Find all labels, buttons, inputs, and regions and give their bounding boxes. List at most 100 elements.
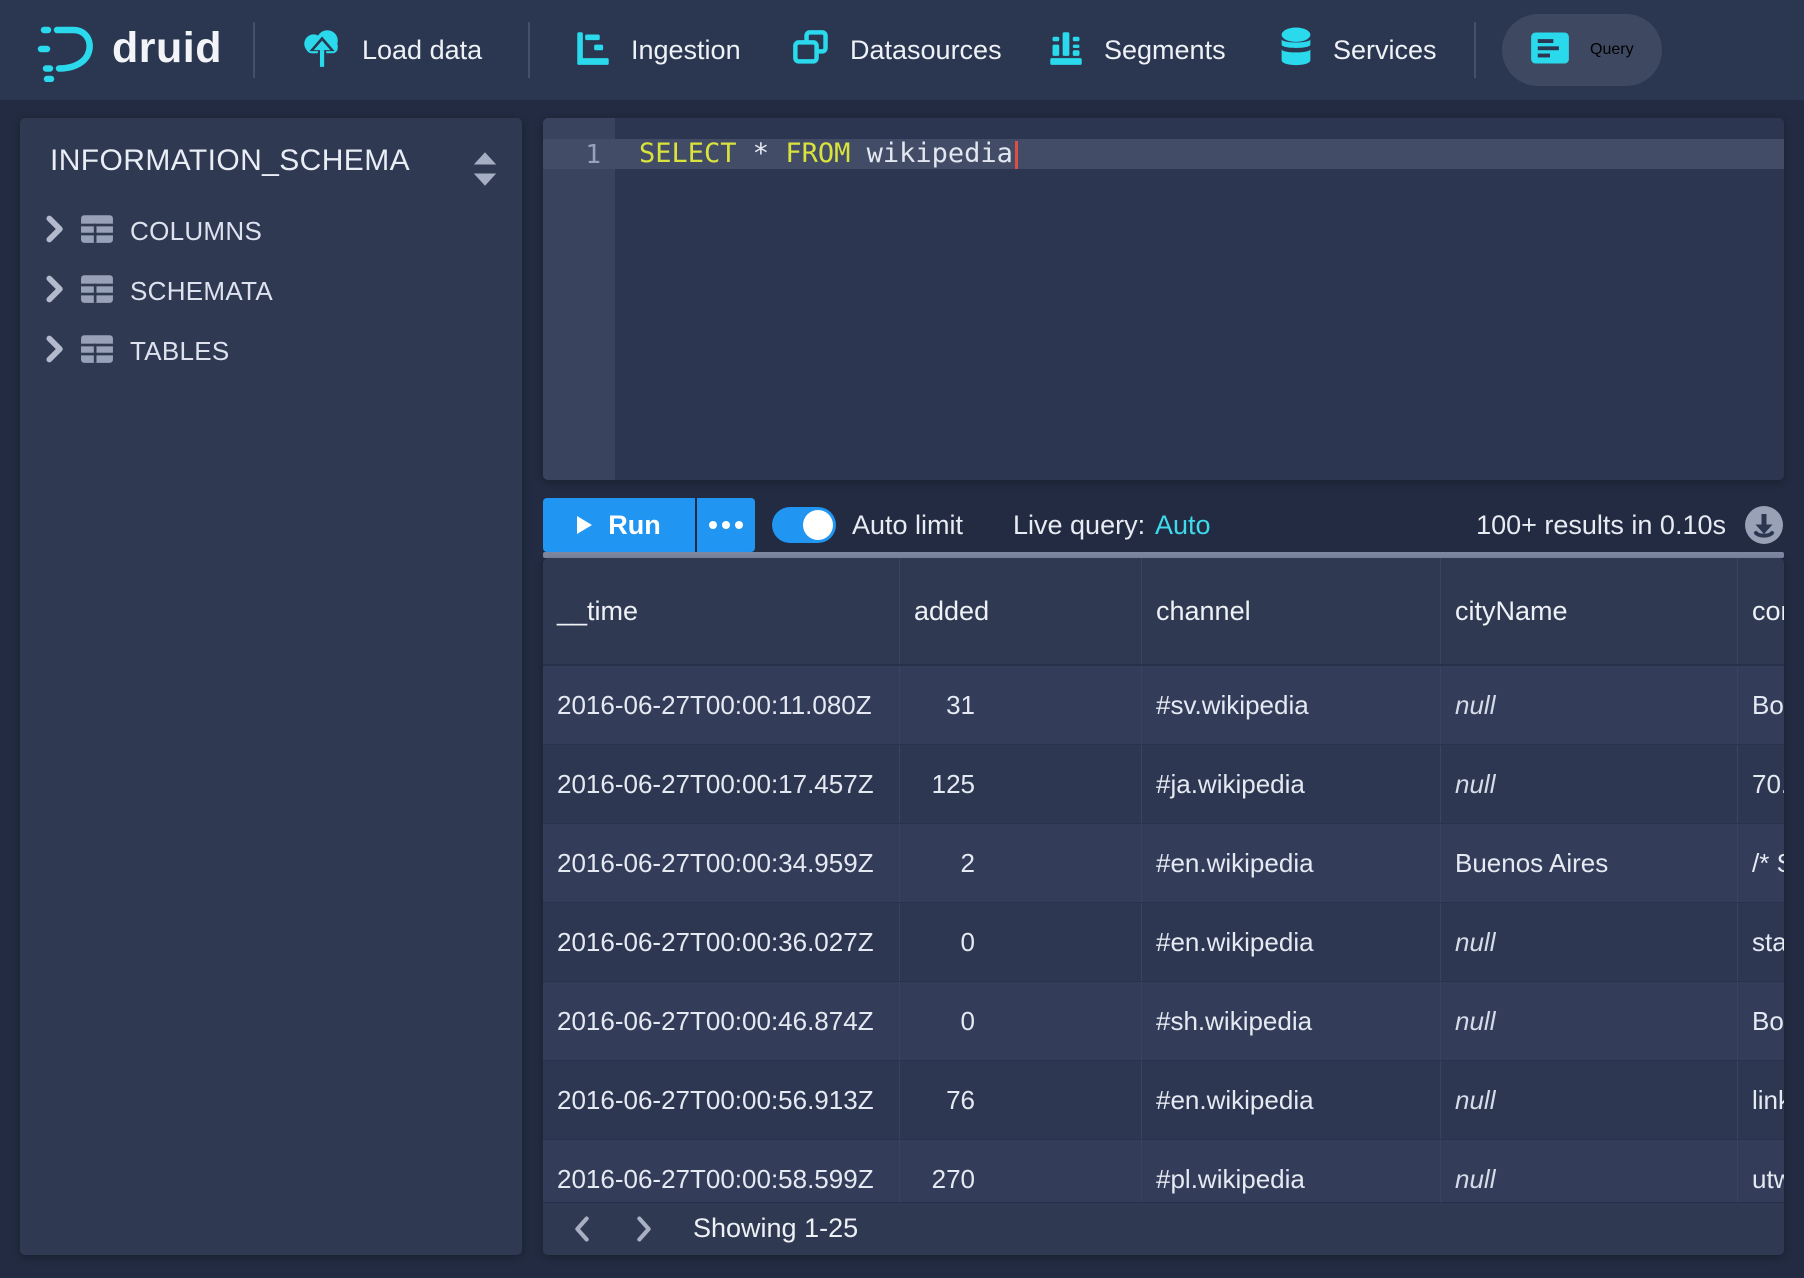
- auto-limit-label: Auto limit: [852, 498, 963, 552]
- results-rows: 2016-06-27T00:00:11.080Z 31 #sv.wikipedi…: [543, 666, 1784, 1202]
- table-row[interactable]: 2016-06-27T00:00:34.959Z 2 #en.wikipedia…: [543, 824, 1784, 903]
- cell-comment[interactable]: 70.9: [1738, 745, 1784, 823]
- chevron-right-icon[interactable]: [44, 275, 64, 308]
- cell-cityname[interactable]: null: [1441, 982, 1738, 1060]
- cell-cityname[interactable]: Buenos Aires: [1441, 824, 1738, 902]
- cell-added[interactable]: 270: [900, 1140, 1142, 1202]
- segments-icon: [1048, 30, 1084, 71]
- nav-item-load-data[interactable]: Load data: [300, 0, 482, 100]
- cell-comment[interactable]: sta: [1738, 903, 1784, 981]
- column-header-time[interactable]: __time: [543, 558, 900, 664]
- cell-time[interactable]: 2016-06-27T00:00:11.080Z: [543, 666, 900, 744]
- table-row[interactable]: 2016-06-27T00:00:17.457Z 125 #ja.wikiped…: [543, 745, 1784, 824]
- query-icon: [1530, 31, 1570, 70]
- chevron-right-icon[interactable]: [44, 335, 64, 368]
- cell-cityname[interactable]: null: [1441, 903, 1738, 981]
- column-header-comment[interactable]: comment: [1738, 558, 1784, 664]
- tree-item-columns[interactable]: COLUMNS: [20, 201, 522, 261]
- query-toolbar: Run Auto limit Live query: Auto 100+ res…: [543, 498, 1784, 552]
- cell-added[interactable]: 76: [900, 1061, 1142, 1139]
- nav-item-ingestion[interactable]: Ingestion: [575, 0, 741, 100]
- cell-time[interactable]: 2016-06-27T00:00:17.457Z: [543, 745, 900, 823]
- cell-time[interactable]: 2016-06-27T00:00:46.874Z: [543, 982, 900, 1060]
- cell-comment[interactable]: link: [1738, 1061, 1784, 1139]
- cell-time[interactable]: 2016-06-27T00:00:34.959Z: [543, 824, 900, 902]
- chevron-right-icon[interactable]: [44, 215, 64, 248]
- nav-item-label: Segments: [1104, 35, 1226, 66]
- cell-added[interactable]: 31: [900, 666, 1142, 744]
- tree-item-label: SCHEMATA: [130, 276, 273, 307]
- cell-added[interactable]: 125: [900, 745, 1142, 823]
- nav-item-datasources[interactable]: Datasources: [792, 0, 1002, 100]
- tree-item-schemata[interactable]: SCHEMATA: [20, 261, 522, 321]
- column-header-channel[interactable]: channel: [1142, 558, 1441, 664]
- ingestion-icon: [575, 31, 611, 70]
- cell-time[interactable]: 2016-06-27T00:00:36.027Z: [543, 903, 900, 981]
- cell-added[interactable]: 0: [900, 903, 1142, 981]
- services-icon: [1279, 27, 1313, 74]
- cell-comment[interactable]: utw: [1738, 1140, 1784, 1202]
- cell-cityname[interactable]: null: [1441, 666, 1738, 744]
- cell-channel[interactable]: #en.wikipedia: [1142, 903, 1441, 981]
- table-row[interactable]: 2016-06-27T00:00:36.027Z 0 #en.wikipedia…: [543, 903, 1784, 982]
- cell-cityname[interactable]: null: [1441, 1061, 1738, 1139]
- nav-item-query[interactable]: Query: [1502, 14, 1662, 86]
- tree-item-tables[interactable]: TABLES: [20, 321, 522, 381]
- sql-editor[interactable]: 1 SELECT * FROM wikipedia: [543, 118, 1784, 480]
- showing-range-text: Showing 1-25: [693, 1203, 858, 1255]
- druid-logo-icon[interactable]: [36, 18, 102, 87]
- sql-query-text[interactable]: SELECT * FROM wikipedia: [639, 139, 1018, 169]
- sort-caret-updown-icon[interactable]: [468, 150, 502, 193]
- more-ellipsis-icon: [709, 521, 743, 529]
- editor-line-number: 1: [543, 140, 601, 170]
- table-icon: [80, 274, 114, 309]
- schema-title[interactable]: INFORMATION_SCHEMA: [50, 144, 410, 178]
- nav-divider: [253, 22, 255, 78]
- datasources-icon: [792, 29, 830, 72]
- table-row[interactable]: 2016-06-27T00:00:46.874Z 0 #sh.wikipedia…: [543, 982, 1784, 1061]
- brand-name[interactable]: druid: [112, 24, 222, 73]
- cell-channel[interactable]: #en.wikipedia: [1142, 824, 1441, 902]
- cell-channel[interactable]: #sv.wikipedia: [1142, 666, 1441, 744]
- top-navbar: druid Load data: [0, 0, 1804, 100]
- cell-comment[interactable]: /* S: [1738, 824, 1784, 902]
- results-table-panel: __time added channel cityName comment 20…: [543, 558, 1784, 1255]
- cell-channel[interactable]: #sh.wikipedia: [1142, 982, 1441, 1060]
- cell-cityname[interactable]: null: [1441, 1140, 1738, 1202]
- column-header-added[interactable]: added: [900, 558, 1142, 664]
- cell-comment[interactable]: Bot: [1738, 666, 1784, 744]
- results-summary: 100+ results in 0.10s: [1476, 498, 1726, 552]
- table-row[interactable]: 2016-06-27T00:00:11.080Z 31 #sv.wikipedi…: [543, 666, 1784, 745]
- tree-item-label: TABLES: [130, 336, 230, 367]
- nav-divider: [528, 22, 530, 78]
- editor-gutter: [543, 118, 615, 480]
- cell-channel[interactable]: #pl.wikipedia: [1142, 1140, 1441, 1202]
- sql-keyword: FROM: [785, 138, 850, 169]
- nav-item-segments[interactable]: Segments: [1048, 0, 1226, 100]
- cell-channel[interactable]: #ja.wikipedia: [1142, 745, 1441, 823]
- cell-channel[interactable]: #en.wikipedia: [1142, 1061, 1441, 1139]
- sql-star: *: [737, 138, 786, 169]
- live-query-value[interactable]: Auto: [1155, 498, 1211, 552]
- nav-item-label: Services: [1333, 35, 1437, 66]
- table-row[interactable]: 2016-06-27T00:00:56.913Z 76 #en.wikipedi…: [543, 1061, 1784, 1140]
- cell-added[interactable]: 2: [900, 824, 1142, 902]
- cell-cityname[interactable]: null: [1441, 745, 1738, 823]
- results-header-row: __time added channel cityName comment: [543, 558, 1784, 666]
- cell-added[interactable]: 0: [900, 982, 1142, 1060]
- sql-keyword: SELECT: [639, 138, 737, 169]
- run-button[interactable]: Run: [543, 498, 695, 552]
- nav-item-services[interactable]: Services: [1279, 0, 1437, 100]
- cell-time[interactable]: 2016-06-27T00:00:58.599Z: [543, 1140, 900, 1202]
- cell-time[interactable]: 2016-06-27T00:00:56.913Z: [543, 1061, 900, 1139]
- live-query-label: Live query:: [1013, 498, 1145, 552]
- chevron-left-icon[interactable]: [567, 1215, 597, 1245]
- download-icon[interactable]: [1744, 505, 1784, 545]
- auto-limit-toggle[interactable]: [772, 507, 836, 543]
- cell-comment[interactable]: Bot: [1738, 982, 1784, 1060]
- table-row[interactable]: 2016-06-27T00:00:58.599Z 270 #pl.wikiped…: [543, 1140, 1784, 1202]
- column-header-cityname[interactable]: cityName: [1441, 558, 1738, 664]
- nav-item-label: Ingestion: [631, 35, 741, 66]
- run-more-options-button[interactable]: [697, 498, 755, 552]
- chevron-right-icon[interactable]: [629, 1215, 659, 1245]
